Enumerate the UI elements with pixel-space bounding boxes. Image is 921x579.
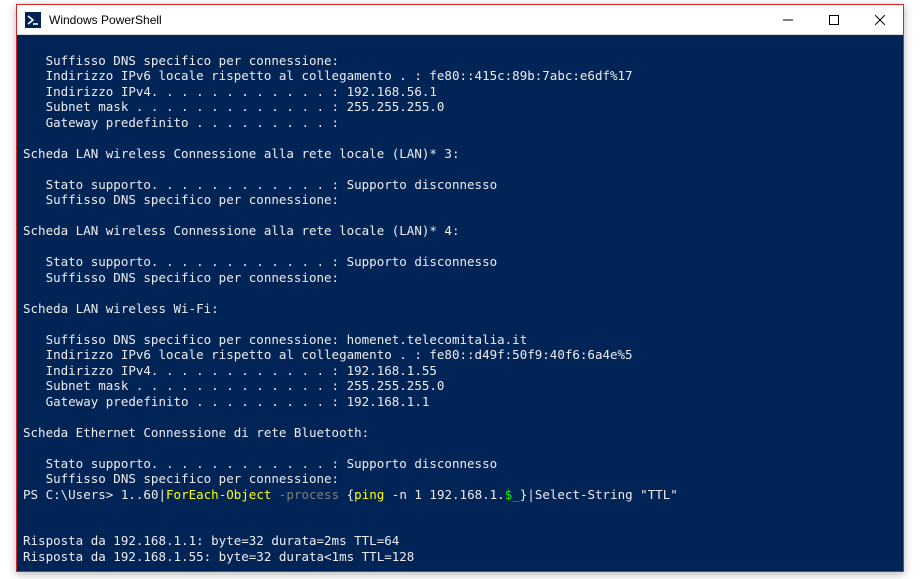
terminal-output[interactable]: Suffisso DNS specifico per connessione: … <box>17 35 903 571</box>
powershell-window: Windows PowerShell Suffisso DNS specific… <box>16 4 904 572</box>
output-line: Risposta da 192.168.1.1: byte=32 durata=… <box>23 533 897 549</box>
minimize-button[interactable] <box>765 5 811 34</box>
maximize-button[interactable] <box>811 5 857 34</box>
output-line: Gateway predefinito . . . . . . . . . : <box>23 115 897 131</box>
output-line: Suffisso DNS specifico per connessione: <box>23 192 897 208</box>
output-line: Stato supporto. . . . . . . . . . . . : … <box>23 177 897 193</box>
output-line: Risposta da 192.168.1.55: byte=32 durata… <box>23 549 897 565</box>
output-line: Scheda LAN wireless Connessione alla ret… <box>23 146 897 162</box>
output-line: Subnet mask . . . . . . . . . . . . . : … <box>23 99 897 115</box>
close-button[interactable] <box>857 5 903 34</box>
output-line: Stato supporto. . . . . . . . . . . . : … <box>23 456 897 472</box>
minimize-icon <box>783 15 793 25</box>
output-line <box>23 518 897 534</box>
output-line <box>23 316 897 332</box>
close-icon <box>875 15 885 25</box>
output-line: Indirizzo IPv6 locale rispetto al colleg… <box>23 68 897 84</box>
output-line: Scheda Ethernet Connessione di rete Blue… <box>23 425 897 441</box>
output-line <box>23 239 897 255</box>
powershell-icon <box>25 12 41 28</box>
output-line: Subnet mask . . . . . . . . . . . . . : … <box>23 378 897 394</box>
output-line: Suffisso DNS specifico per connessione: <box>23 53 897 69</box>
output-line: Scheda LAN wireless Wi-Fi: <box>23 301 897 317</box>
output-line: Suffisso DNS specifico per connessione: <box>23 270 897 286</box>
output-line <box>23 161 897 177</box>
output-line: Scheda LAN wireless Connessione alla ret… <box>23 223 897 239</box>
window-controls <box>765 5 903 34</box>
output-line: Suffisso DNS specifico per connessione: <box>23 471 897 487</box>
command-line: PS C:\Users> 1..60|ForEach-Object -proce… <box>23 487 897 503</box>
output-line: Indirizzo IPv4. . . . . . . . . . . . : … <box>23 84 897 100</box>
prompt: PS C:\Users> <box>23 487 121 502</box>
output-line: Indirizzo IPv6 locale rispetto al colleg… <box>23 347 897 363</box>
output-line: Suffisso DNS specifico per connessione: … <box>23 332 897 348</box>
output-line: Indirizzo IPv4. . . . . . . . . . . . : … <box>23 363 897 379</box>
window-title: Windows PowerShell <box>49 13 765 27</box>
output-line: Stato supporto. . . . . . . . . . . . : … <box>23 254 897 270</box>
output-line <box>23 208 897 224</box>
maximize-icon <box>829 15 839 25</box>
output-line <box>23 130 897 146</box>
output-line <box>23 440 897 456</box>
output-line <box>23 564 897 571</box>
output-line <box>23 285 897 301</box>
output-line: Gateway predefinito . . . . . . . . . : … <box>23 394 897 410</box>
titlebar[interactable]: Windows PowerShell <box>17 5 903 35</box>
output-line <box>23 409 897 425</box>
